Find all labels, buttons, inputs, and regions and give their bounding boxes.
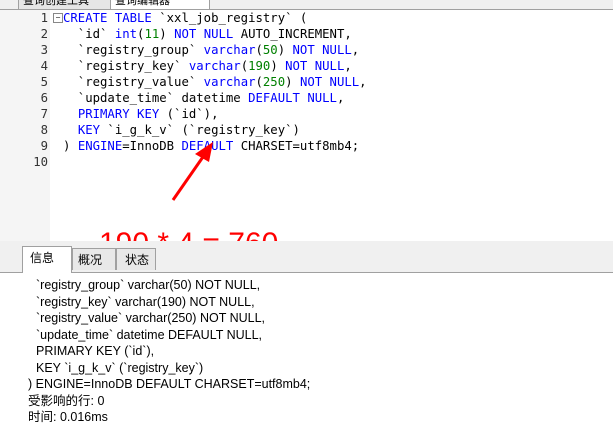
code-token: varchar xyxy=(188,59,241,73)
code-token: ) xyxy=(277,43,293,57)
line-number: 3 xyxy=(40,43,48,57)
code-token: ) xyxy=(285,75,300,89)
code-token: PRIMARY KEY xyxy=(77,107,160,121)
output-line: PRIMARY KEY (`id`), xyxy=(36,344,155,358)
sql-editor[interactable]: 1− CREATE TABLE `xxl_job_registry` (2 `id… xyxy=(0,10,613,241)
code-token: ) xyxy=(270,59,286,73)
code-token: 50 xyxy=(262,43,278,57)
code-token: ) xyxy=(159,27,175,41)
code-token: `registry_group` xyxy=(63,43,204,57)
code-token: , xyxy=(336,91,345,105)
code-token: `xxl_job_registry` ( xyxy=(151,11,308,25)
code-token: NOT NULL xyxy=(292,43,352,57)
line-number: 7 xyxy=(40,107,48,121)
output-line: `registry_value` varchar(250) NOT NULL, xyxy=(36,311,266,325)
code-text: `registry_key` varchar(190) NOT NULL, xyxy=(63,58,352,74)
code-token: NOT NULL xyxy=(285,59,345,73)
code-token: ( xyxy=(240,59,249,73)
code-text: KEY `i_g_k_v` (`registry_key`) xyxy=(63,122,300,138)
code-token: KEY xyxy=(77,123,101,137)
code-line: 9) ENGINE=InnoDB DEFAULT CHARSET=utf8mb4… xyxy=(0,138,613,154)
code-token: varchar xyxy=(203,43,256,57)
output-line: `update_time` datetime DEFAULT NULL, xyxy=(36,327,263,342)
code-token: NOT NULL xyxy=(174,27,234,41)
code-line: 8 KEY `i_g_k_v` (`registry_key`) xyxy=(0,122,613,138)
code-token: CHARSET=utf8mb4; xyxy=(233,139,360,153)
code-line: 6 `update_time` datetime DEFAULT NULL, xyxy=(0,90,613,106)
tab-info[interactable]: 信息 xyxy=(22,246,72,273)
code-token: `id` xyxy=(63,27,115,41)
output-line: 时间: 0.016ms xyxy=(28,410,108,424)
output-line: KEY `i_g_k_v` (`registry_key`) xyxy=(36,360,204,375)
line-number: 5 xyxy=(40,75,48,89)
code-token: , xyxy=(359,75,367,89)
code-token: `registry_key` xyxy=(63,59,189,73)
code-token: 11 xyxy=(144,27,160,41)
code-line: 7 PRIMARY KEY (`id`), xyxy=(0,106,613,122)
output-line: `registry_group` varchar(50) NOT NULL, xyxy=(36,278,261,292)
code-text: `update_time` datetime DEFAULT NULL, xyxy=(63,90,345,106)
result-tab-bar: 信息 概况 状态 xyxy=(0,245,613,273)
code-text: PRIMARY KEY (`id`), xyxy=(63,106,219,122)
line-number: 9 xyxy=(40,139,48,153)
code-token: CREATE TABLE xyxy=(63,11,152,25)
code-token: , xyxy=(351,43,360,57)
code-token: ( xyxy=(255,75,263,89)
code-token: NOT NULL xyxy=(299,75,360,89)
line-number: 4 xyxy=(40,59,48,73)
line-number: 2 xyxy=(40,27,48,41)
code-token: ( xyxy=(255,43,263,57)
code-line: 3 `registry_group` varchar(50) NOT NULL, xyxy=(0,42,613,58)
message-output: `registry_group` varchar(50) NOT NULL, `r… xyxy=(0,273,613,444)
code-token: ) xyxy=(63,139,78,153)
output-line: 受影响的行: 0 xyxy=(28,393,105,408)
code-text: `id` int(11) NOT NULL AUTO_INCREMENT, xyxy=(63,26,352,42)
code-token: `registry_value` xyxy=(63,75,204,89)
code-token: 250 xyxy=(262,75,286,89)
code-token: `i_g_k_v` (`registry_key`) xyxy=(100,123,300,137)
code-text: CREATE TABLE `xxl_job_registry` ( xyxy=(63,10,307,26)
annotation-arrow xyxy=(171,142,213,201)
code-token: 190 xyxy=(248,59,271,73)
line-number: 10 xyxy=(33,155,48,169)
code-token: ENGINE xyxy=(77,139,123,153)
code-token: AUTO_INCREMENT, xyxy=(233,27,352,41)
code-line: 2 `id` int(11) NOT NULL AUTO_INCREMENT, xyxy=(0,26,613,42)
code-line: 4 `registry_key` varchar(190) NOT NULL, xyxy=(0,58,613,74)
code-line: 10 xyxy=(0,154,613,170)
code-text: `registry_value` varchar(250) NOT NULL, xyxy=(63,74,367,90)
line-number: 6 xyxy=(40,91,48,105)
output-line: `registry_key` varchar(190) NOT NULL, xyxy=(36,294,255,309)
line-number: 8 xyxy=(40,123,48,137)
code-token: DEFAULT NULL xyxy=(248,91,337,105)
code-token: int xyxy=(114,27,138,41)
code-token: , xyxy=(344,59,352,73)
tab-status[interactable]: 状态 xyxy=(116,248,156,270)
tab-overview[interactable]: 概况 xyxy=(72,248,116,270)
code-token: `update_time` datetime xyxy=(63,91,249,105)
fold-toggle-icon[interactable]: − xyxy=(53,13,63,23)
code-line: 5 `registry_value` varchar(250) NOT NULL… xyxy=(0,74,613,90)
code-token: varchar xyxy=(203,75,256,89)
code-token: (`id`), xyxy=(159,107,219,121)
tab-query-editor[interactable]: 查询编辑器 xyxy=(110,0,210,9)
code-line: 1− CREATE TABLE `xxl_job_registry` ( xyxy=(0,10,613,26)
editor-tab-bar: 查询创建工具 查询编辑器 xyxy=(0,0,613,10)
line-number: 1 xyxy=(40,11,48,25)
output-line: ) ENGINE=InnoDB DEFAULT CHARSET=utf8mb4; xyxy=(28,377,311,391)
code-text: `registry_group` varchar(50) NOT NULL, xyxy=(63,42,359,58)
tab-query-builder[interactable]: 查询创建工具 xyxy=(18,0,118,9)
